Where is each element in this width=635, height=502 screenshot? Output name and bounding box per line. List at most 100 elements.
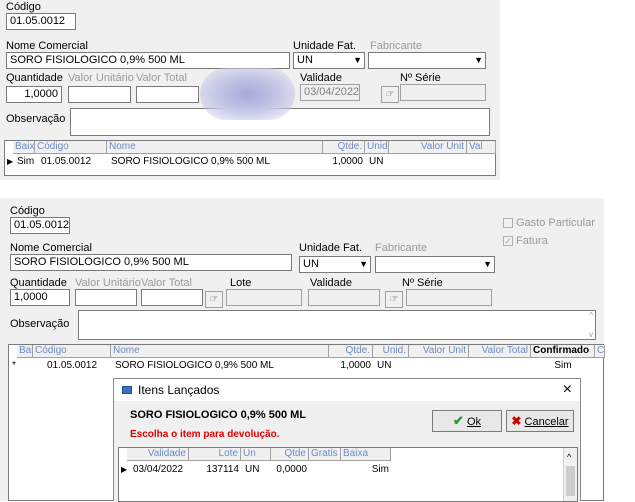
dialog-cell-baixa[interactable]: Sim (341, 463, 391, 476)
cancel-button[interactable]: ✖ Cancelar (506, 410, 574, 432)
nome-comercial-field[interactable]: SORO FISIOLOGICO 0,9% 500 ML (10, 254, 292, 271)
valor-unitario-field[interactable] (68, 86, 131, 103)
scroll-thumb[interactable] (566, 466, 575, 496)
grid-cell-codigo[interactable]: 01.05.0012 (39, 155, 107, 168)
grid-cell-confirmado[interactable]: Sim (531, 359, 595, 372)
gasto-particular-checkbox[interactable]: Gasto Particular (503, 217, 595, 229)
valor-total-field[interactable] (136, 86, 199, 103)
observacao-field[interactable]: ^ v (78, 310, 596, 340)
grid-header-valor-total[interactable]: Valor Total (469, 345, 531, 358)
grid-cell-qtde[interactable]: 1,0000 (323, 155, 365, 168)
dialog-cell-gratis[interactable] (309, 463, 341, 476)
unidade-fat-value: UN (297, 54, 313, 66)
quantidade-label: Quantidade (6, 72, 63, 84)
chevron-down-icon: ▼ (474, 55, 483, 65)
items-grid[interactable]: Baixa Código Nome Qtde. Unid. Valor Unit… (4, 140, 496, 176)
serie-field[interactable] (406, 289, 492, 306)
validade-label: Validade (310, 277, 352, 289)
valor-unitario-label: Valor Unitário (68, 72, 134, 84)
lote-field[interactable] (226, 289, 302, 306)
quantidade-label: Quantidade (10, 277, 67, 289)
grid-header-nome[interactable]: Nome (107, 141, 323, 154)
grid-header-codigo[interactable]: Código (35, 141, 107, 154)
dialog-header-validade[interactable]: Validade (127, 448, 189, 461)
grid-cell-baixa[interactable]: Sim (15, 155, 35, 168)
grid-cell-codigo[interactable]: 01.05.0012 (45, 359, 111, 372)
app-icon (122, 386, 132, 394)
fabricante-label: Fabricante (370, 40, 422, 52)
observacao-label: Observação (6, 113, 66, 125)
grid-header-qtde[interactable]: Qtde. (329, 345, 373, 358)
unidade-fat-label: Unidade Fat. (299, 242, 362, 254)
unidade-fat-select[interactable]: UN ▼ (299, 256, 371, 273)
fatura-checkbox[interactable]: ✓ Fatura (503, 235, 548, 247)
valor-total-label: Valor Total (141, 277, 192, 289)
dialog-cell-lote[interactable]: 137114 (189, 463, 241, 476)
unidade-fat-select[interactable]: UN ▼ (293, 52, 365, 69)
grid-cell-qtde[interactable]: 1,0000 (329, 359, 373, 372)
checkmark-icon: ✔ (452, 413, 464, 428)
scroll-up-icon[interactable]: ^ (589, 311, 593, 320)
validade-field[interactable] (308, 289, 380, 306)
dialog-header-gratis[interactable]: Gratis (309, 448, 341, 461)
gasto-particular-label: Gasto Particular (516, 217, 595, 229)
dialog-header-lote[interactable]: Lote (189, 448, 241, 461)
serie-field[interactable] (400, 84, 486, 101)
scrollbar[interactable]: ^ (563, 448, 577, 501)
nome-comercial-field[interactable]: SORO FISIOLOGICO 0,9% 500 ML (6, 52, 290, 69)
dialog-cell-un[interactable]: UN (243, 463, 271, 476)
chevron-down-icon: ▼ (359, 259, 368, 269)
dialog-body: SORO FISIOLOGICO 0,9% 500 ML Escolha o i… (114, 401, 580, 502)
quantidade-field[interactable]: 1,0000 (6, 86, 62, 103)
fatura-label: Fatura (516, 235, 548, 247)
grid-cell-nome[interactable]: SORO FISIOLOGICO 0,9% 500 ML (113, 359, 327, 372)
quantidade-field[interactable]: 1,0000 (10, 289, 70, 306)
fabricante-label: Fabricante (375, 242, 427, 254)
grid-cell-unid[interactable]: UN (375, 359, 407, 372)
row-marker: ▶ (121, 465, 127, 474)
grid-header-nome[interactable]: Nome (111, 345, 329, 358)
pointer-hand-icon[interactable]: ☞ (385, 291, 403, 308)
grid-header-conf[interactable]: Conf (595, 345, 605, 358)
grid-header-unid[interactable]: Unid. (373, 345, 409, 358)
fabricante-select[interactable]: ▼ (368, 52, 486, 69)
nome-comercial-label: Nome Comercial (6, 40, 88, 52)
serie-label: Nº Série (400, 72, 441, 84)
lote-label: Lote (230, 277, 252, 289)
grid-header-qtde[interactable]: Qtde. (323, 141, 365, 154)
grid-header-baixa[interactable]: Baixa (17, 345, 33, 358)
grid-header-valor-unit[interactable]: Valor Unit (389, 141, 467, 154)
codigo-field[interactable]: 01.05.0012 (6, 13, 76, 30)
dialog-title-bar[interactable]: Itens Lançados × (114, 379, 580, 401)
grid-header-baixa[interactable]: Baixa (13, 141, 35, 154)
pointer-hand-icon[interactable]: ☞ (205, 291, 223, 308)
pointer-hand-icon[interactable]: ☞ (381, 86, 399, 103)
ok-button[interactable]: ✔ Ok (432, 410, 502, 432)
dialog-header-baixa[interactable]: Baixa (341, 448, 391, 461)
validade-label: Validade (300, 72, 342, 84)
redaction-blur (200, 68, 295, 120)
dialog-cell-validade[interactable]: 03/04/2022 (131, 463, 189, 476)
valor-total-field[interactable] (141, 289, 203, 306)
row-marker: ▶ (7, 157, 13, 166)
checkbox-box (503, 218, 513, 229)
grid-header-valor-total[interactable]: Val (467, 141, 496, 154)
validade-field[interactable]: 03/04/2022 (300, 84, 360, 101)
grid-header-codigo[interactable]: Código (33, 345, 111, 358)
close-icon[interactable]: × (563, 379, 572, 401)
codigo-field[interactable]: 01.05.0012 (10, 217, 70, 234)
dialog-header-qtde[interactable]: Qtde (271, 448, 309, 461)
valor-unitario-field[interactable] (75, 289, 137, 306)
scroll-down-icon[interactable]: v (589, 330, 593, 339)
dialog-cell-qtde[interactable]: 0,0000 (271, 463, 309, 476)
dialog-items-grid[interactable]: Validade Lote Un Qtde Gratis Baixa ▶ 03/… (118, 447, 578, 502)
fabricante-select[interactable]: ▼ (375, 256, 495, 273)
grid-header-confirmado[interactable]: Confirmado (531, 345, 595, 358)
grid-cell-nome[interactable]: SORO FISIOLOGICO 0,9% 500 ML (109, 155, 319, 168)
grid-cell-unid[interactable]: UN (367, 155, 389, 168)
grid-header-unid[interactable]: Unid. (365, 141, 389, 154)
grid-header-valor-unit[interactable]: Valor Unit (409, 345, 469, 358)
dialog-header-un[interactable]: Un (241, 448, 271, 461)
valor-unitario-label: Valor Unitário (75, 277, 141, 289)
scroll-up-icon[interactable]: ^ (567, 452, 571, 462)
